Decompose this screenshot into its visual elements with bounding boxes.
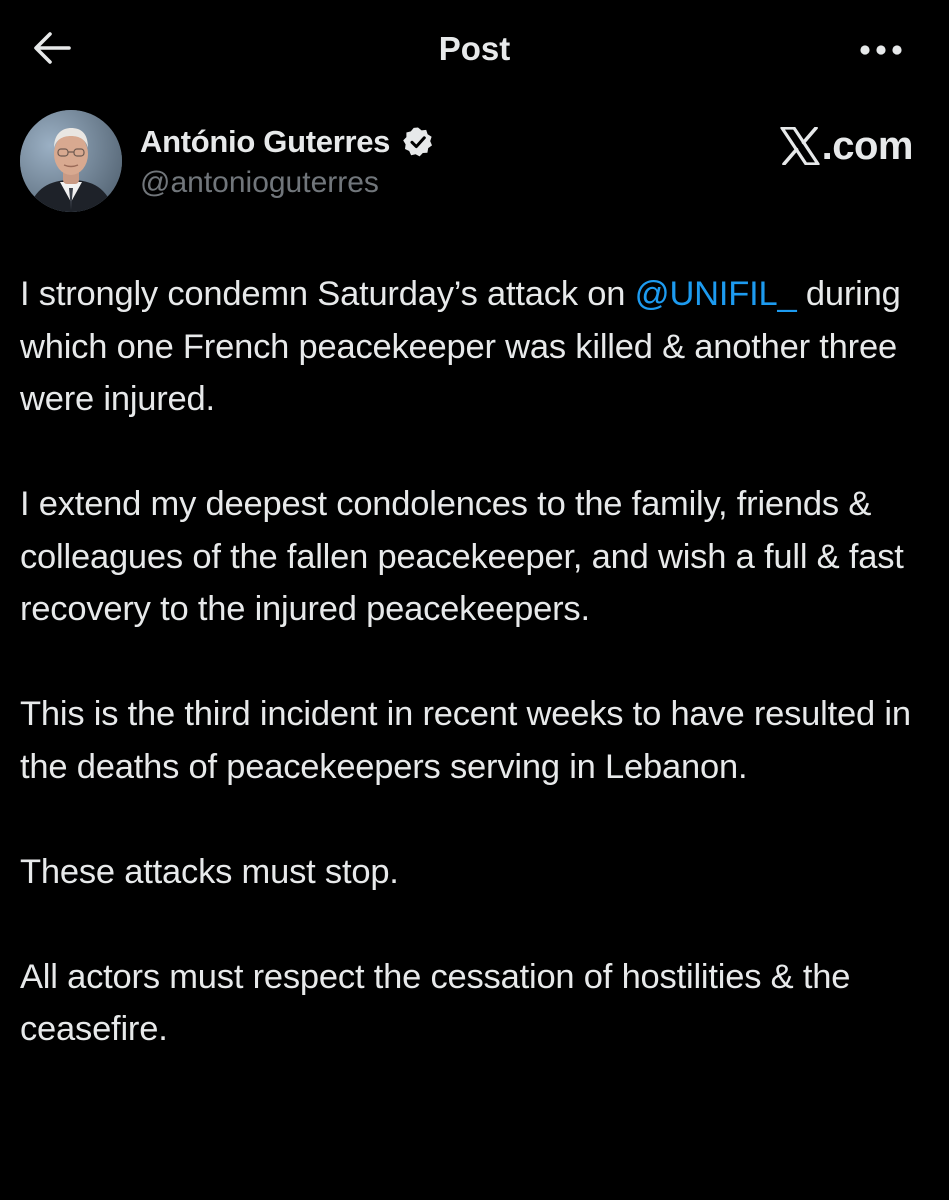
author-display-name[interactable]: António Guterres bbox=[140, 124, 390, 160]
brand-watermark: .com bbox=[780, 123, 914, 168]
page-title: Post bbox=[438, 30, 511, 67]
post-paragraph-3: This is the third incident in recent wee… bbox=[20, 695, 911, 786]
post-paragraph-4: These attacks must stop. bbox=[20, 852, 399, 891]
brand-label: .com bbox=[821, 123, 914, 168]
post-paragraph-1: I strongly condemn Saturday’s attack on … bbox=[20, 268, 930, 426]
verified-badge-icon bbox=[402, 126, 434, 158]
post-paragraph-2: I extend my deepest condolences to the f… bbox=[20, 485, 904, 628]
post-text: I strongly condemn Saturday’s attack on … bbox=[20, 268, 930, 1056]
avatar-image bbox=[20, 110, 122, 212]
mention-link[interactable]: @UNIFIL_ bbox=[635, 275, 797, 313]
post-author: António Guterres @antonioguterres .com bbox=[20, 106, 929, 216]
post-paragraph-5: All actors must respect the cessation of… bbox=[20, 957, 851, 1049]
avatar[interactable] bbox=[20, 110, 122, 212]
more-options-button[interactable] bbox=[853, 30, 909, 70]
top-bar: Post bbox=[0, 0, 949, 96]
name-line: António Guterres bbox=[140, 122, 434, 162]
x-logo-icon bbox=[780, 127, 820, 165]
more-horizontal-icon bbox=[860, 45, 902, 55]
author-handle[interactable]: @antonioguterres bbox=[140, 166, 379, 200]
post-page: Post António Guterres @antonioguterres .… bbox=[0, 0, 949, 1200]
post-text-segment: I strongly condemn Saturday’s attack on bbox=[20, 275, 635, 313]
